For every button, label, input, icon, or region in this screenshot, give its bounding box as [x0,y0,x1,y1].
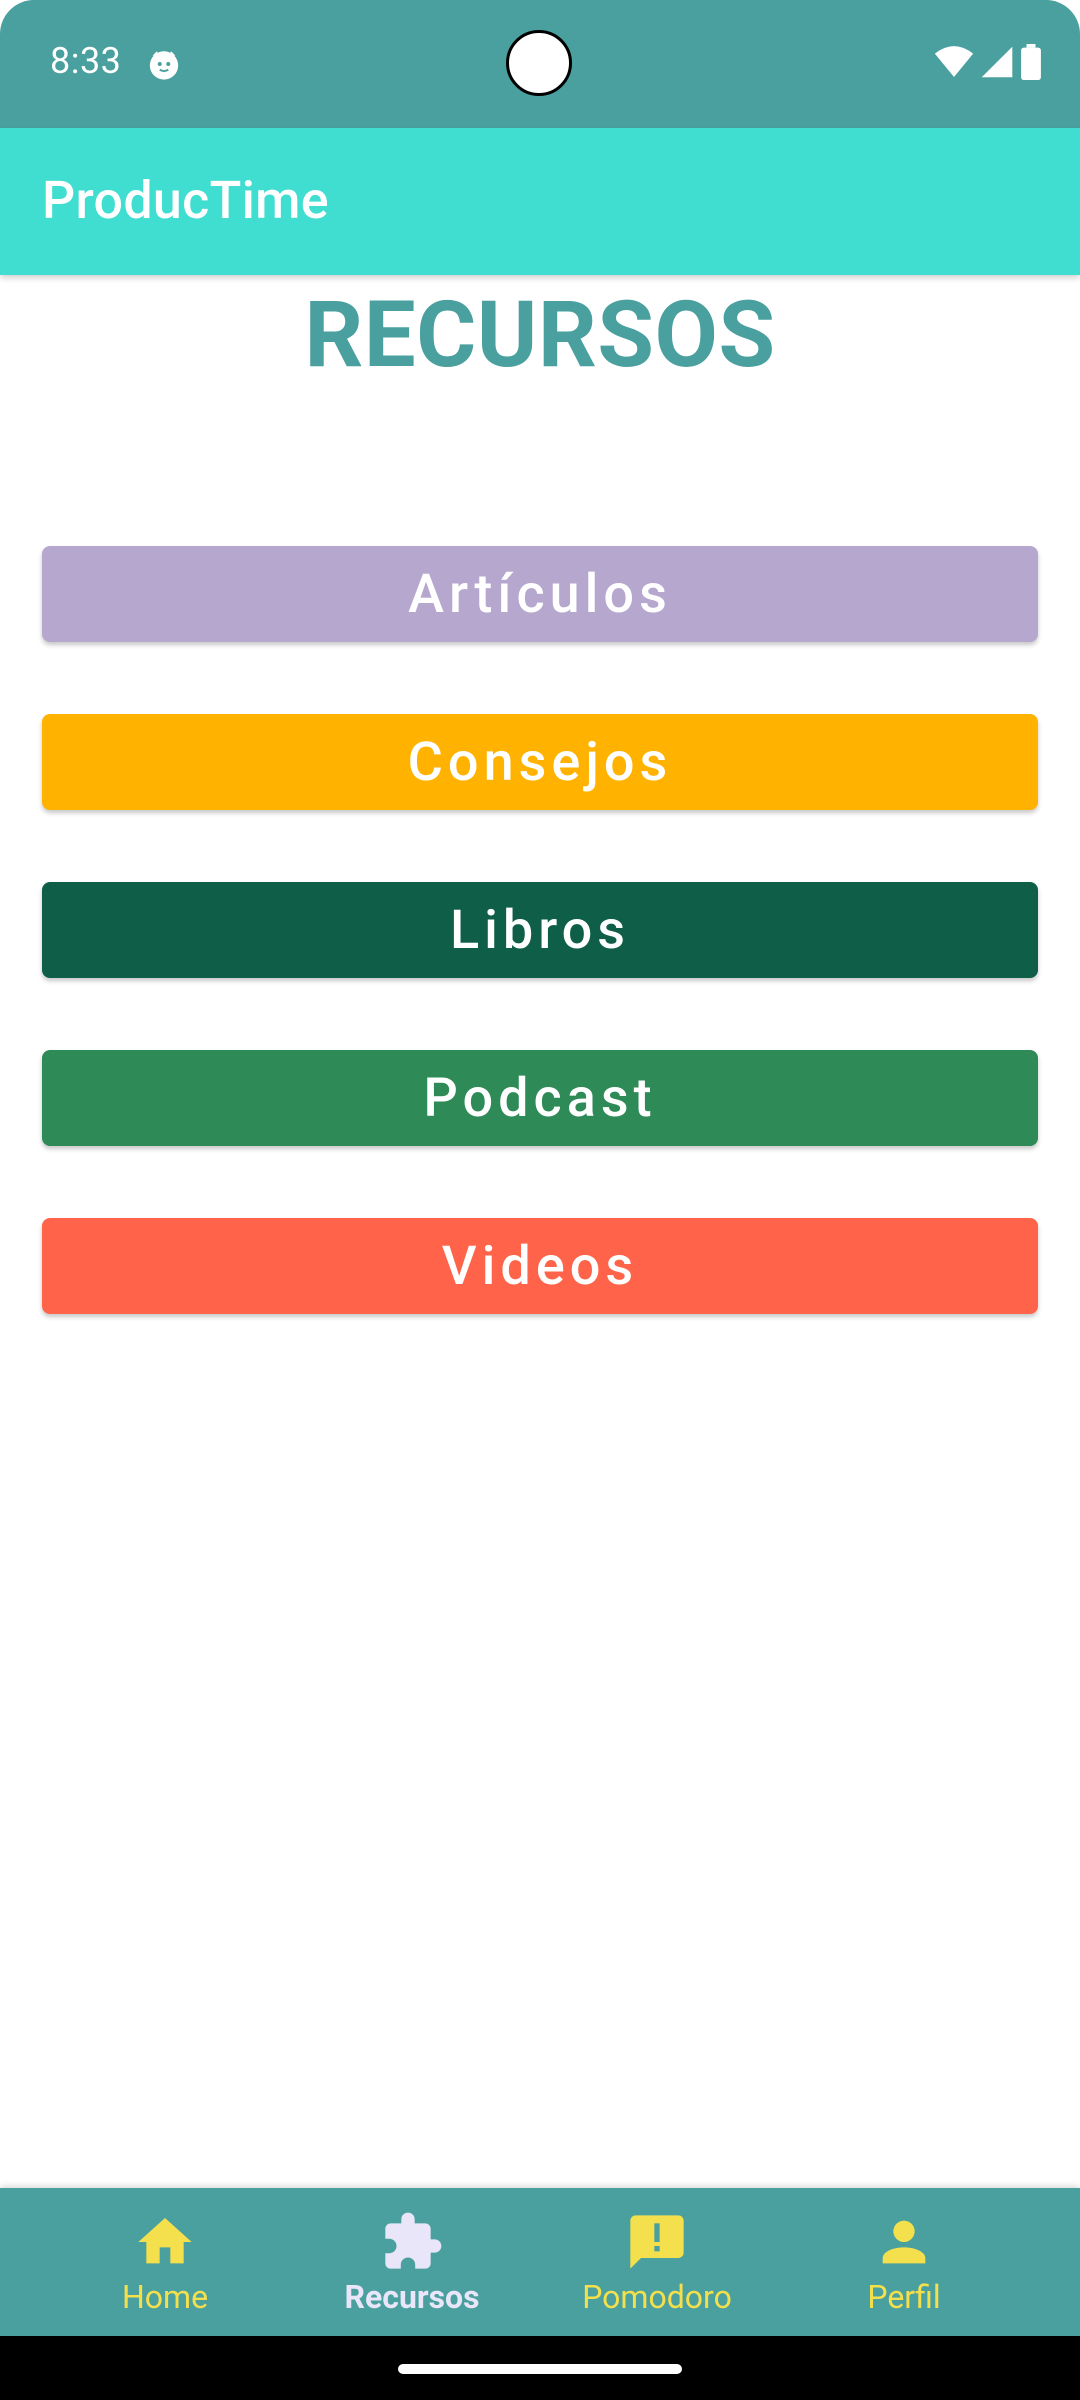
battery-icon [1021,44,1041,80]
nav-label-home: Home [121,2278,209,2316]
home-gesture-handle[interactable] [398,2364,682,2374]
nav-label-recursos: Recursos [344,2278,480,2316]
home-icon [138,2218,192,2264]
wifi-icon [934,46,974,77]
nav-label-perfil: Perfil [867,2278,941,2316]
camera-cutout [506,30,572,96]
nav-item-home[interactable]: Home [42,2188,288,2336]
podcast-button[interactable]: Podcast [42,1050,1038,1146]
signal-icon [981,46,1013,78]
nav-item-recursos[interactable]: Recursos [289,2188,535,2336]
libros-button[interactable]: Libros [42,882,1038,978]
notification-cat-icon [149,51,179,80]
nav-label-pomodoro: Pomodoro [582,2278,732,2316]
bottom-navigation: Home Recursos Pomodoro Perfil [0,2188,1080,2336]
person-icon [882,2220,926,2264]
videos-button[interactable]: Videos [42,1218,1038,1314]
page-title: RECURSOS [304,282,776,389]
nav-item-perfil[interactable]: Perfil [781,2188,1027,2336]
consejos-button[interactable]: Consejos [42,714,1038,810]
puzzle-icon [385,2212,442,2269]
articulos-button[interactable]: Artículos [42,546,1038,642]
app-title: ProducTime [42,170,329,231]
system-gesture-bar [0,2336,1080,2400]
nav-item-pomodoro[interactable]: Pomodoro [534,2188,780,2336]
feedback-icon [630,2215,684,2269]
status-bar: 8:33 [0,0,1080,128]
status-icons [934,44,1042,80]
status-time: 8:33 [50,40,122,82]
app-bar: ProducTime [0,128,1080,275]
